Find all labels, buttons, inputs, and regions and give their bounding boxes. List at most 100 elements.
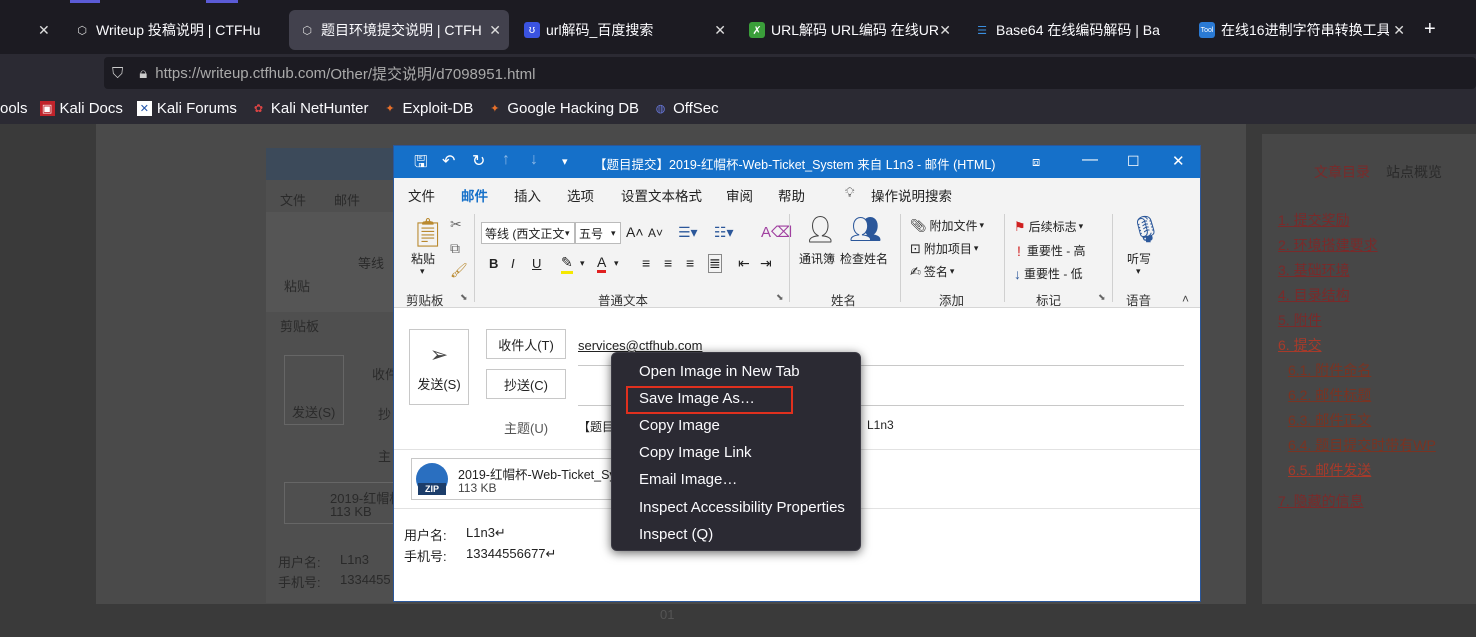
tab-options[interactable]: 选项 [567, 185, 594, 205]
clear-formatting-icon[interactable]: A⌫ [761, 223, 792, 241]
paste-button[interactable]: 粘贴 [411, 250, 435, 267]
close-icon[interactable]: ✕ [489, 22, 501, 39]
microphone-icon[interactable]: 🎙︎ [1129, 214, 1162, 245]
tab-review[interactable]: 审阅 [726, 185, 753, 205]
attach-file-button[interactable]: 📎︎ 附加文件 ▾ [910, 217, 984, 234]
url-bar[interactable]: ⛉ 🔒︎ https://writeup.ctfhub.com /Other/提… [104, 57, 1476, 89]
toc-item-7[interactable]: 7. 隐藏的信息 [1278, 491, 1364, 511]
address-book-button[interactable]: 通讯簿 [799, 250, 835, 267]
tab-message[interactable]: 邮件 [461, 185, 488, 210]
signature-button[interactable]: ✍ 签名 ▾ [910, 263, 954, 280]
menu-open-image-new-tab[interactable]: Open Image in New Tab [639, 363, 800, 380]
check-names-icon[interactable]: 👥︎ [849, 214, 882, 245]
toc-subitem-3[interactable]: 6.3. 邮件正文 [1288, 410, 1371, 430]
highlight-icon[interactable]: ✎ [561, 254, 573, 274]
dialog-launcher-icon[interactable]: ⬊ [776, 292, 784, 303]
menu-save-image-as[interactable]: Save Image As… [639, 390, 755, 407]
menu-inspect-accessibility[interactable]: Inspect Accessibility Properties [639, 499, 845, 516]
collapse-ribbon-icon[interactable]: ˄ [1182, 292, 1189, 306]
dialog-launcher-icon[interactable]: ⬊ [460, 292, 468, 303]
bookmark-offsec[interactable]: ◍ OffSec [653, 100, 719, 117]
bookmark-google-hacking-db[interactable]: ✦ Google Hacking DB [487, 100, 639, 117]
close-icon[interactable]: ✕ [939, 22, 951, 39]
align-center-icon[interactable]: ≡ [664, 255, 672, 271]
attach-item-button[interactable]: ⊡ 附加项目 ▾ [910, 240, 978, 257]
justify-icon[interactable]: ≣ [708, 254, 722, 273]
toc-item-3[interactable]: 3. 基础环境 [1278, 260, 1350, 280]
decrease-indent-icon[interactable]: ⇤ [738, 255, 750, 272]
chevron-down-icon[interactable]: ▾ [614, 258, 619, 269]
toc-subitem-5[interactable]: 6.5. 邮件发送 [1288, 460, 1371, 480]
low-importance-button[interactable]: ↓ 重要性 - 低 [1014, 265, 1083, 282]
tab-file[interactable]: 文件 [408, 185, 435, 205]
tab-urldecode[interactable]: ✗ URL解码 URL编码 在线UR ✕ [739, 10, 959, 50]
tab-insert[interactable]: 插入 [514, 185, 541, 205]
chevron-down-icon[interactable]: ▾ [580, 258, 585, 269]
check-names-button[interactable]: 检查姓名 [840, 250, 888, 267]
address-book-icon[interactable]: 👤︎ [804, 214, 837, 245]
paste-icon[interactable]: 📋︎ [410, 216, 446, 249]
font-name-combo[interactable]: 等线 (西文正文 ▾ [481, 222, 575, 244]
subject-field-end[interactable]: L1n3 [867, 418, 894, 432]
bookmark-tools[interactable]: ools [0, 100, 28, 117]
toc-subitem-2[interactable]: 6.2. 邮件标题 [1288, 385, 1371, 405]
tab-hex[interactable]: Tool 在线16进制字符串转换工具 ✕ [1189, 10, 1413, 50]
close-button[interactable]: ✕ [1172, 152, 1185, 170]
arrow-down-icon[interactable]: ↓ [530, 151, 538, 169]
align-right-icon[interactable]: ≡ [686, 255, 694, 271]
format-painter-icon[interactable]: 🖌︎ [450, 262, 468, 279]
cc-button[interactable]: 抄送(C) [486, 369, 566, 399]
menu-copy-image[interactable]: Copy Image [639, 417, 720, 434]
copy-icon[interactable]: ⧉ [450, 240, 460, 257]
tell-me-search[interactable]: 操作说明搜索 [871, 185, 952, 205]
toc-item-6[interactable]: 6. 提交 [1278, 335, 1322, 355]
shield-icon[interactable]: ⛉ [112, 65, 123, 82]
new-tab-button[interactable]: + [1424, 18, 1436, 41]
bookmark-kali-docs[interactable]: ▣ Kali Docs [39, 100, 123, 117]
numbering-icon[interactable]: ☷▾ [714, 224, 734, 241]
customize-qat-icon[interactable]: ▾ [562, 155, 568, 168]
tab-writeup[interactable]: ⬡ Writeup 投稿说明 | CTFHu [64, 10, 284, 50]
toc-subitem-1[interactable]: 6.1. 附件命名 [1288, 360, 1371, 380]
bookmark-kali-nethunter[interactable]: ✿ Kali NetHunter [251, 100, 369, 117]
font-color-icon[interactable]: A [597, 254, 607, 273]
tab-format-text[interactable]: 设置文本格式 [621, 185, 702, 205]
tab-submission[interactable]: ⬡ 题目环境提交说明 | CTFHu ✕ [289, 10, 509, 50]
ribbon-display-icon[interactable]: ⧈ [1032, 154, 1040, 170]
bullets-icon[interactable]: ☰▾ [678, 224, 698, 241]
close-icon[interactable]: ✕ [1393, 22, 1405, 39]
toc-subitem-4[interactable]: 6.4. 题目提交时带有WP [1288, 435, 1436, 455]
toc-item-4[interactable]: 4. 目录结构 [1278, 285, 1350, 305]
toc-item-2[interactable]: 2. 环境搭建要求 [1278, 235, 1378, 255]
tab-help[interactable]: 帮助 [778, 185, 805, 205]
grow-font-icon[interactable]: A˄ [626, 224, 644, 240]
to-button[interactable]: 收件人(T) [486, 329, 566, 359]
shrink-font-icon[interactable]: A˅ [648, 226, 663, 240]
save-icon[interactable]: 🖫 [414, 151, 428, 178]
lock-icon[interactable]: 🔒︎ [139, 65, 147, 82]
toc-tab-overview[interactable]: 站点概览 [1386, 162, 1442, 182]
minimize-button[interactable]: — [1082, 151, 1098, 169]
cut-icon[interactable]: ✂ [450, 216, 462, 233]
arrow-up-icon[interactable]: ↑ [502, 151, 510, 169]
to-field[interactable]: services@ctfhub.com [578, 338, 702, 353]
bookmark-exploit-db[interactable]: ✦ Exploit-DB [382, 100, 473, 117]
toc-item-5[interactable]: 5. 附件 [1278, 310, 1322, 330]
toc-item-1[interactable]: 1. 提交奖励 [1278, 210, 1350, 230]
close-icon[interactable]: ✕ [38, 22, 50, 39]
menu-email-image[interactable]: Email Image… [639, 471, 737, 488]
close-icon[interactable]: ✕ [714, 22, 726, 39]
tab-base64[interactable]: ☰ Base64 在线编码解码 | Ba [964, 10, 1184, 50]
font-size-combo[interactable]: 五号 ▾ [575, 222, 621, 244]
maximize-button[interactable]: ☐ [1127, 153, 1140, 170]
chevron-down-icon[interactable]: ▾ [420, 266, 425, 277]
send-button[interactable]: ➢ 发送(S) [409, 329, 469, 405]
follow-up-button[interactable]: ⚑ 后续标志 ▾ [1014, 218, 1083, 235]
bold-icon[interactable]: B [489, 256, 498, 271]
attachment-item[interactable]: ZIP 2019-红帽杯-Web-Ticket_Sy 113 KB [411, 458, 621, 500]
toc-tab-contents[interactable]: 文章目录 [1314, 162, 1370, 182]
underline-icon[interactable]: U [532, 256, 541, 271]
tab-baidu[interactable]: ʊ url解码_百度搜索 ✕ [514, 10, 734, 50]
italic-icon[interactable]: I [511, 256, 515, 271]
align-left-icon[interactable]: ≡ [642, 255, 650, 271]
